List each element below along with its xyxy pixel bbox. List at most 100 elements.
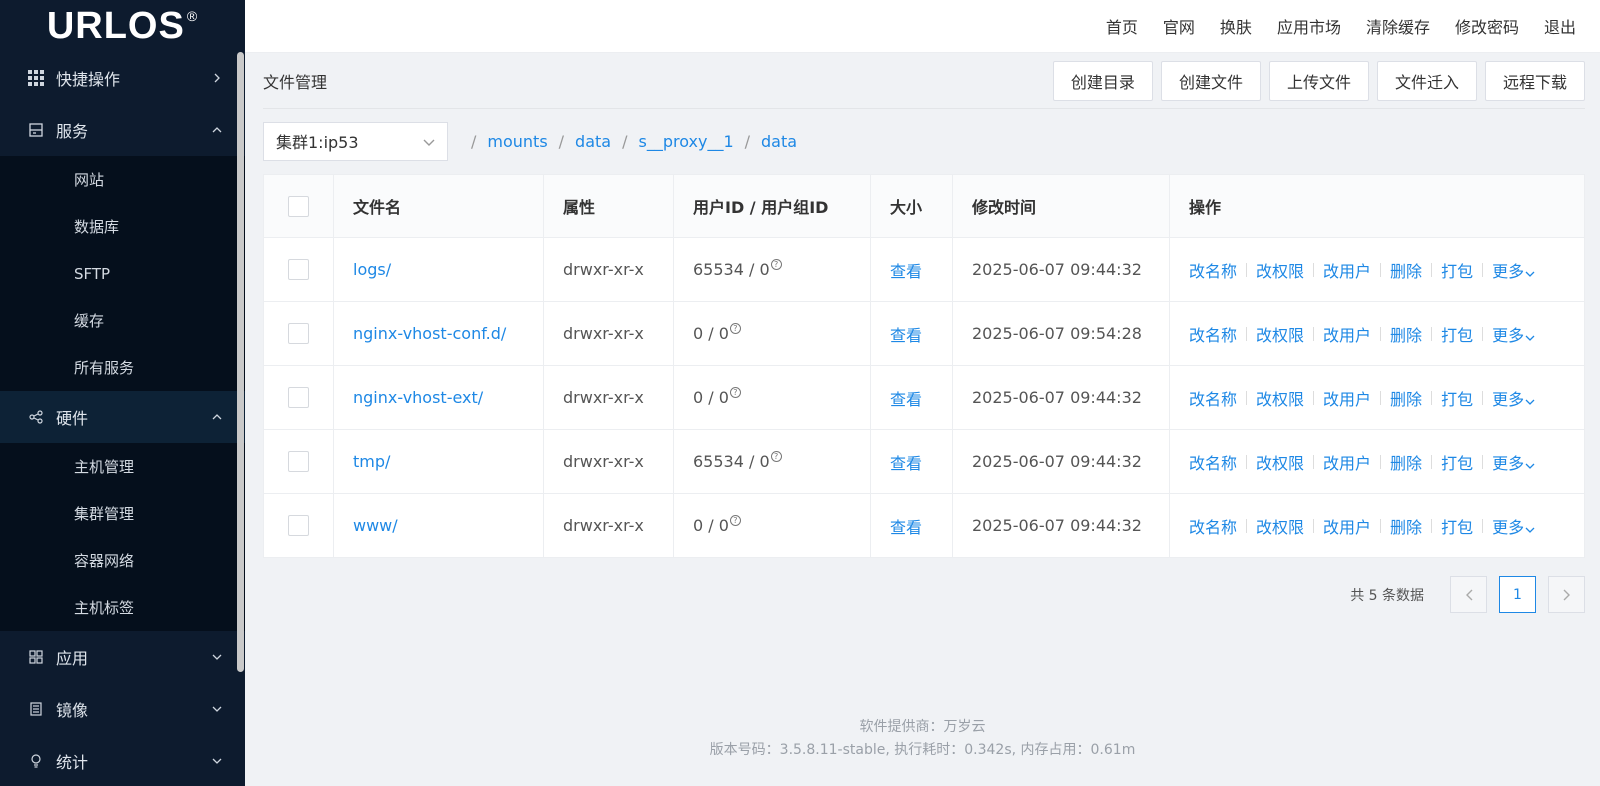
brand-logo[interactable]: URLOS ® bbox=[0, 0, 245, 52]
sidebar-group-header[interactable]: 快捷操作 bbox=[0, 52, 245, 104]
row-action-link[interactable]: 改权限 bbox=[1256, 322, 1304, 346]
file-name-link[interactable]: tmp/ bbox=[353, 452, 390, 471]
help-icon[interactable]: ? bbox=[770, 259, 782, 270]
sidebar-group-header[interactable]: 服务 bbox=[0, 104, 245, 156]
footer: 软件提供商：万岁云 版本号码：3.5.8.11-stable, 执行耗时：0.3… bbox=[245, 716, 1600, 762]
help-icon[interactable]: ? bbox=[729, 387, 741, 398]
breadcrumb-link[interactable]: data bbox=[761, 132, 797, 151]
prev-page-button[interactable] bbox=[1450, 576, 1487, 613]
header-size: 大小 bbox=[870, 174, 953, 238]
row-action-link[interactable]: 改名称 bbox=[1189, 258, 1237, 282]
file-size-cell: 查看 bbox=[870, 301, 953, 366]
top-nav-link[interactable]: 退出 bbox=[1544, 14, 1576, 38]
top-nav-link[interactable]: 换肤 bbox=[1220, 14, 1252, 38]
row-action-link[interactable]: 改权限 bbox=[1256, 386, 1304, 410]
view-size-link[interactable]: 查看 bbox=[890, 454, 922, 473]
row-action-link[interactable]: 改用户 bbox=[1323, 386, 1371, 410]
top-nav-link[interactable]: 首页 bbox=[1106, 14, 1138, 38]
help-icon[interactable]: ? bbox=[770, 451, 782, 462]
row-action-link[interactable]: 改名称 bbox=[1189, 450, 1237, 474]
sidebar-group-header[interactable]: 统计 bbox=[0, 735, 245, 786]
toolbar-button[interactable]: 远程下载 bbox=[1484, 60, 1585, 101]
sidebar-group-header[interactable]: 硬件 bbox=[0, 391, 245, 443]
file-name-link[interactable]: www/ bbox=[353, 516, 398, 535]
more-menu[interactable]: 更多 bbox=[1492, 258, 1535, 282]
sidebar-group-header[interactable]: 镜像 bbox=[0, 683, 245, 735]
row-action-link[interactable]: 打包 bbox=[1441, 322, 1473, 346]
sidebar-item[interactable]: 所有服务 bbox=[0, 344, 245, 391]
help-icon[interactable]: ? bbox=[729, 323, 741, 334]
file-size-cell: 查看 bbox=[870, 493, 953, 558]
more-menu[interactable]: 更多 bbox=[1492, 450, 1535, 474]
toolbar-button[interactable]: 上传文件 bbox=[1268, 60, 1369, 101]
breadcrumb-link[interactable]: mounts bbox=[487, 132, 547, 151]
row-action-link[interactable]: 删除 bbox=[1390, 258, 1422, 282]
top-nav-link[interactable]: 修改密码 bbox=[1455, 14, 1519, 38]
row-action-link[interactable]: 删除 bbox=[1390, 322, 1422, 346]
row-action-link[interactable]: 改用户 bbox=[1323, 514, 1371, 538]
file-ids-cell: 0 / 0? bbox=[673, 493, 871, 558]
row-action-link[interactable]: 改名称 bbox=[1189, 322, 1237, 346]
more-menu[interactable]: 更多 bbox=[1492, 386, 1535, 410]
file-name-link[interactable]: nginx-vhost-conf.d/ bbox=[353, 324, 506, 343]
sidebar-scrollbar[interactable] bbox=[237, 52, 244, 672]
top-nav-link[interactable]: 清除缓存 bbox=[1366, 14, 1430, 38]
help-icon[interactable]: ? bbox=[729, 515, 741, 526]
breadcrumb-link[interactable]: data bbox=[575, 132, 611, 151]
more-menu[interactable]: 更多 bbox=[1492, 514, 1535, 538]
cluster-select[interactable]: 集群1:ip53 bbox=[263, 121, 448, 161]
sidebar-item[interactable]: SFTP bbox=[0, 250, 245, 297]
row-action-link[interactable]: 改用户 bbox=[1323, 322, 1371, 346]
sidebar-item[interactable]: 数据库 bbox=[0, 203, 245, 250]
top-nav-link[interactable]: 应用市场 bbox=[1277, 14, 1341, 38]
row-checkbox[interactable] bbox=[288, 387, 309, 408]
row-action-link[interactable]: 改用户 bbox=[1323, 258, 1371, 282]
row-checkbox[interactable] bbox=[288, 323, 309, 344]
file-name-link[interactable]: logs/ bbox=[353, 260, 391, 279]
chevron-down-icon bbox=[423, 132, 435, 151]
sidebar-item[interactable]: 主机管理 bbox=[0, 443, 245, 490]
action-divider bbox=[1380, 454, 1382, 469]
toolbar-button[interactable]: 创建文件 bbox=[1160, 60, 1261, 101]
top-nav-link[interactable]: 官网 bbox=[1163, 14, 1195, 38]
row-action-link[interactable]: 改权限 bbox=[1256, 258, 1304, 282]
next-page-button[interactable] bbox=[1548, 576, 1585, 613]
sidebar-item[interactable]: 网站 bbox=[0, 156, 245, 203]
row-action-link[interactable]: 打包 bbox=[1441, 514, 1473, 538]
file-name-link[interactable]: nginx-vhost-ext/ bbox=[353, 388, 483, 407]
select-all-checkbox[interactable] bbox=[288, 195, 309, 217]
row-action-link[interactable]: 打包 bbox=[1441, 258, 1473, 282]
view-size-link[interactable]: 查看 bbox=[890, 390, 922, 409]
view-size-link[interactable]: 查看 bbox=[890, 262, 922, 281]
row-action-link[interactable]: 改名称 bbox=[1189, 386, 1237, 410]
view-size-link[interactable]: 查看 bbox=[890, 326, 922, 345]
chevron-down-icon bbox=[211, 703, 223, 715]
sidebar-group: 服务网站 数据库 SFTP 缓存 所有服务 bbox=[0, 104, 245, 391]
toolbar-button[interactable]: 创建目录 bbox=[1052, 60, 1153, 101]
row-action-link[interactable]: 改名称 bbox=[1189, 514, 1237, 538]
row-checkbox[interactable] bbox=[288, 259, 309, 280]
sidebar-item[interactable]: 容器网络 bbox=[0, 537, 245, 584]
row-action-link[interactable]: 删除 bbox=[1390, 514, 1422, 538]
row-action-link[interactable]: 删除 bbox=[1390, 450, 1422, 474]
row-action-link[interactable]: 改权限 bbox=[1256, 514, 1304, 538]
toolbar-button[interactable]: 文件迁入 bbox=[1376, 60, 1477, 101]
row-checkbox[interactable] bbox=[288, 515, 309, 536]
row-checkbox[interactable] bbox=[288, 451, 309, 472]
more-menu[interactable]: 更多 bbox=[1492, 322, 1535, 346]
sidebar-item[interactable]: 集群管理 bbox=[0, 490, 245, 537]
action-divider bbox=[1380, 262, 1382, 277]
row-action-link[interactable]: 改用户 bbox=[1323, 450, 1371, 474]
action-label: 更多 bbox=[1492, 389, 1525, 409]
sidebar-group-label: 服务 bbox=[56, 122, 89, 141]
row-action-link[interactable]: 改权限 bbox=[1256, 450, 1304, 474]
breadcrumb-link[interactable]: s__proxy__1 bbox=[638, 132, 733, 151]
sidebar-group-header[interactable]: 应用 bbox=[0, 631, 245, 683]
sidebar-item[interactable]: 主机标签 bbox=[0, 584, 245, 631]
row-action-link[interactable]: 打包 bbox=[1441, 450, 1473, 474]
page-button-current[interactable]: 1 bbox=[1499, 576, 1536, 613]
sidebar-item[interactable]: 缓存 bbox=[0, 297, 245, 344]
row-action-link[interactable]: 删除 bbox=[1390, 386, 1422, 410]
row-action-link[interactable]: 打包 bbox=[1441, 386, 1473, 410]
view-size-link[interactable]: 查看 bbox=[890, 518, 922, 537]
